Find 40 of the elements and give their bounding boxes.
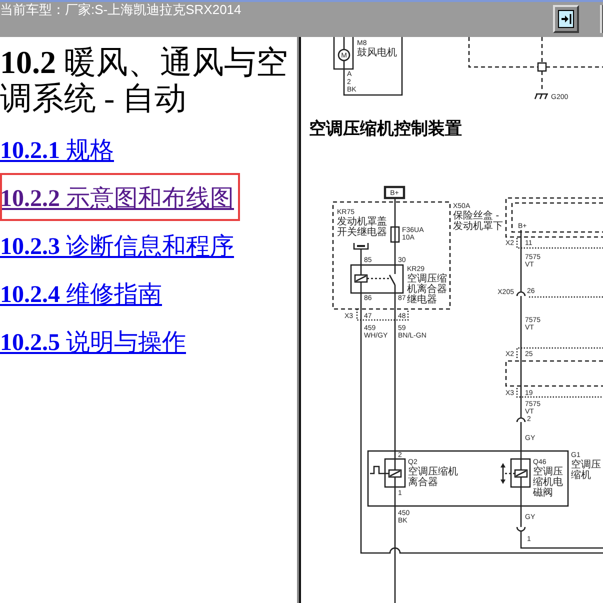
section-link[interactable]: 10.2.5 说明与操作 (0, 329, 186, 357)
relay-box (350, 264, 404, 294)
section-link[interactable]: 10.2.1 规格 (0, 137, 114, 165)
toolbar-button[interactable] (553, 5, 579, 33)
motor-icon (333, 37, 354, 70)
arrow-into-bar-icon (558, 10, 574, 28)
terminal-outline (384, 186, 406, 200)
page-heading: 10.2 暖风、通风与空调系统 - 自动 (0, 44, 289, 116)
double-arrow-icon (500, 463, 506, 484)
switch-icon (388, 274, 396, 286)
fuse-icon (390, 226, 400, 243)
component-description: 空调压缩机电磁阀 (533, 466, 563, 498)
wire (343, 37, 403, 96)
section-title: 空调压缩机控制装置 (309, 119, 462, 138)
bracket-icon (353, 243, 369, 250)
coil-icon (514, 469, 528, 478)
square-wave-icon (370, 466, 389, 474)
clutch-box (384, 458, 406, 488)
component-description: 保险丝盒 - 发动机罩下 (453, 210, 503, 232)
connector-outline (356, 309, 409, 321)
coil-icon (354, 274, 368, 283)
actuator-link (505, 472, 515, 474)
valve-box (510, 458, 531, 488)
coil-icon (388, 469, 402, 478)
component-description: 发动机罩盖开关继电器 (337, 216, 387, 238)
actuator-link (367, 278, 389, 280)
component-description: 鼓风电机 (357, 48, 397, 58)
connector-icon (516, 417, 526, 422)
section-link[interactable]: 10.2.4 维修指南 (0, 281, 162, 309)
title-value: 厂家:S-上海凯迪拉克SRX2014 (65, 2, 242, 18)
connector-icon (516, 291, 526, 296)
component-description: 空调压缩机离合器 (408, 466, 458, 488)
component-description: 空调压缩机 (571, 460, 601, 481)
section-link[interactable]: 10.2.3 诊断信息和程序 (0, 233, 234, 261)
ground-icon (534, 93, 549, 100)
connector-icon (516, 526, 526, 532)
splice-icon (537, 62, 547, 72)
section-link[interactable]: 10.2.2 示意图和布线图 (0, 185, 234, 213)
component-description: 空调压缩机离合器继电器 (407, 274, 447, 306)
title-label: 当前车型： (0, 2, 65, 18)
